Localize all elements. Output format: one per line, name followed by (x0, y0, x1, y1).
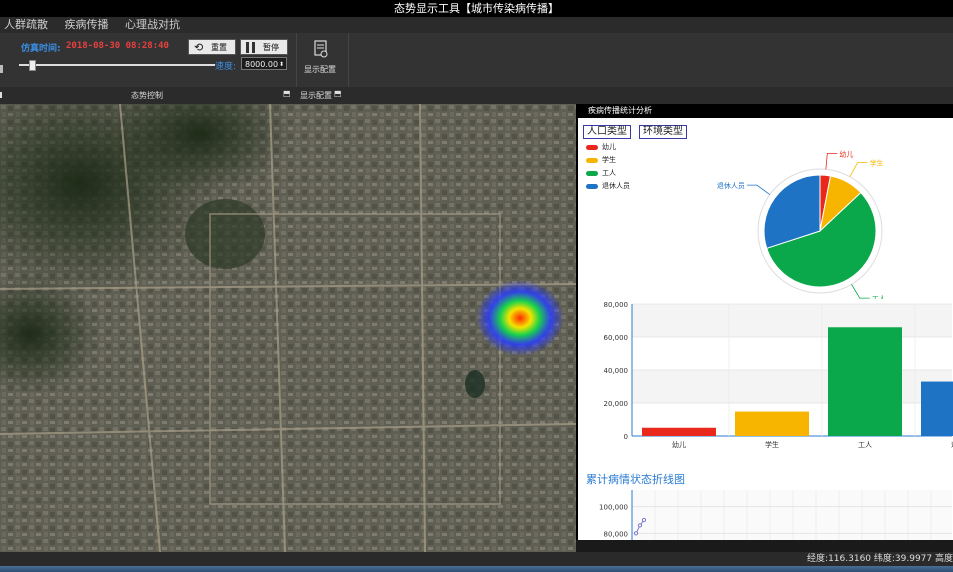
group-label-situation-control: 态势控制 (131, 91, 163, 100)
bar[interactable] (735, 411, 809, 436)
line-chart: 80,000 100,000 (599, 490, 952, 540)
pie-label-line (825, 152, 838, 170)
os-taskbar (0, 566, 953, 572)
status-bar: 经度:116.3160 纬度:39.9977 高度 (0, 552, 953, 566)
coordinate-readout: 经度:116.3160 纬度:39.9977 高度 (807, 554, 953, 564)
x-tick-label: 学生 (765, 440, 779, 449)
bar-chart: 020,00040,00060,00080,000幼儿学生工人退休 (604, 301, 953, 449)
pie-label-line (746, 184, 771, 195)
y-tick-label: 100,000 (599, 504, 628, 512)
bar[interactable] (828, 327, 902, 436)
ribbon-group-labels: 态势控制 ⬒ 显示配置 ⬒ (0, 87, 953, 104)
pause-icon (246, 42, 256, 53)
y-tick-label: 80,000 (604, 530, 629, 538)
y-tick-label: 20,000 (604, 400, 629, 408)
reset-icon: ⟲ (194, 41, 204, 54)
time-slider[interactable] (19, 60, 215, 71)
pie-slice-label: 幼儿 (839, 149, 853, 158)
grid-band (632, 370, 952, 403)
y-tick-label: 60,000 (604, 334, 629, 342)
menu-item-disease-spread[interactable]: 疾病传播 (65, 17, 109, 33)
x-tick-label: 幼儿 (672, 440, 686, 449)
group-expand-icon[interactable]: ⬒ (283, 89, 291, 98)
slider-track (19, 64, 215, 66)
x-tick-label: 工人 (858, 441, 872, 449)
line-point[interactable] (633, 531, 639, 536)
stats-panel: 疾病传播统计分析 人口类型 环境类型 幼儿 学生 工人 退休人员 幼儿学生工人退… (576, 104, 953, 540)
reset-button[interactable]: ⟲ 重置 (188, 39, 236, 55)
y-tick-label: 40,000 (604, 367, 629, 375)
menu-bar: 人群疏散 疾病传播 心理战对抗 (0, 17, 953, 33)
y-tick-label: 0 (624, 433, 628, 441)
pie-label-line (849, 162, 868, 177)
menu-item-crowd-evacuation[interactable]: 人群疏散 (4, 17, 48, 33)
ribbon-toolbar: 仿真时间: 2018-08-30 08:28:40 ⟲ 重置 暂停 速度: 80… (0, 33, 953, 87)
group-expand-icon[interactable]: ⬒ (334, 89, 342, 98)
map-canvas[interactable] (0, 104, 576, 552)
speed-input[interactable]: 8000.00 ⬍ (241, 57, 287, 70)
window-title: 态势显示工具【城市传染病传播】 (0, 0, 953, 17)
sim-time-label: 仿真时间: (21, 44, 61, 54)
line-point[interactable] (641, 517, 647, 523)
ribbon-separator (296, 33, 297, 87)
ribbon-label-left-edge (0, 92, 2, 98)
pie-slice-label: 退休人员 (717, 181, 745, 190)
bar[interactable] (642, 427, 716, 436)
stepper-icon[interactable]: ⬍ (279, 58, 284, 71)
pie-slice-label: 学生 (870, 159, 884, 168)
line-chart-title: 累计病情状态折线图 (586, 473, 685, 486)
line-point[interactable] (637, 523, 643, 528)
menu-item-psywar[interactable]: 心理战对抗 (125, 17, 180, 33)
sim-time-value: 2018-08-30 08:28:40 (66, 41, 169, 51)
document-settings-icon (314, 40, 328, 58)
speed-value: 8000.00 (245, 60, 279, 69)
pause-button[interactable]: 暂停 (240, 39, 288, 55)
slider-thumb[interactable] (28, 60, 36, 71)
pie-chart: 幼儿学生工人退休人员 (717, 149, 886, 299)
bar[interactable] (921, 381, 953, 436)
line-plot-area (632, 490, 952, 540)
reset-label: 重置 (211, 43, 227, 52)
pause-label: 暂停 (263, 43, 279, 52)
speed-label: 速度: (215, 62, 237, 72)
display-config-label: 显示配置 (304, 65, 336, 74)
y-tick-label: 80,000 (604, 301, 629, 309)
satellite-map[interactable] (0, 104, 576, 552)
group-label-display-config: 显示配置 (300, 91, 332, 100)
display-config-button[interactable]: 显示配置 (300, 37, 344, 77)
ribbon-left-edge (0, 65, 3, 73)
grid-band (632, 304, 952, 337)
ribbon-separator-right (348, 33, 349, 87)
